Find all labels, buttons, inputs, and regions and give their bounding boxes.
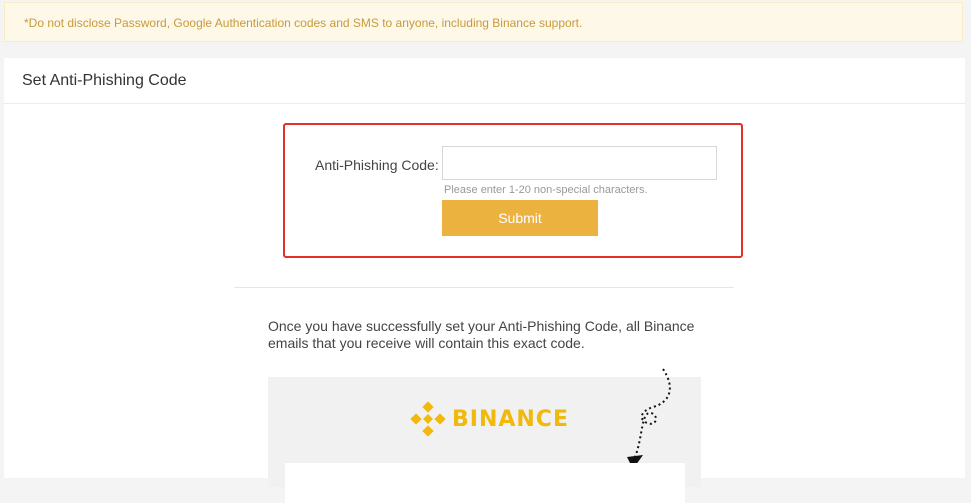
email-preview: BINANCE (268, 368, 701, 503)
input-hint: Please enter 1-20 non-special characters… (444, 184, 648, 196)
brand-header: BINANCE (408, 399, 569, 439)
security-warning-text: *Do not disclose Password, Google Authen… (24, 16, 583, 30)
security-warning-banner: *Do not disclose Password, Google Authen… (4, 2, 963, 42)
section-divider (234, 287, 734, 288)
anti-phishing-code-input[interactable] (442, 146, 717, 180)
anti-phishing-form: Anti-Phishing Code: Please enter 1-20 no… (283, 123, 743, 258)
submit-button[interactable]: Submit (442, 200, 598, 236)
brand-name: BINANCE (452, 406, 569, 432)
card-header: Set Anti-Phishing Code (4, 58, 965, 104)
anti-phishing-card: Set Anti-Phishing Code Anti-Phishing Cod… (4, 58, 965, 503)
anti-phishing-code-label: Anti-Phishing Code: (315, 157, 439, 173)
email-preview-body (285, 463, 685, 503)
page-title: Set Anti-Phishing Code (22, 72, 187, 89)
dotted-arrow-icon (627, 368, 671, 469)
binance-logo-icon (410, 401, 446, 437)
info-text: Once you have successfully set your Anti… (268, 318, 695, 351)
